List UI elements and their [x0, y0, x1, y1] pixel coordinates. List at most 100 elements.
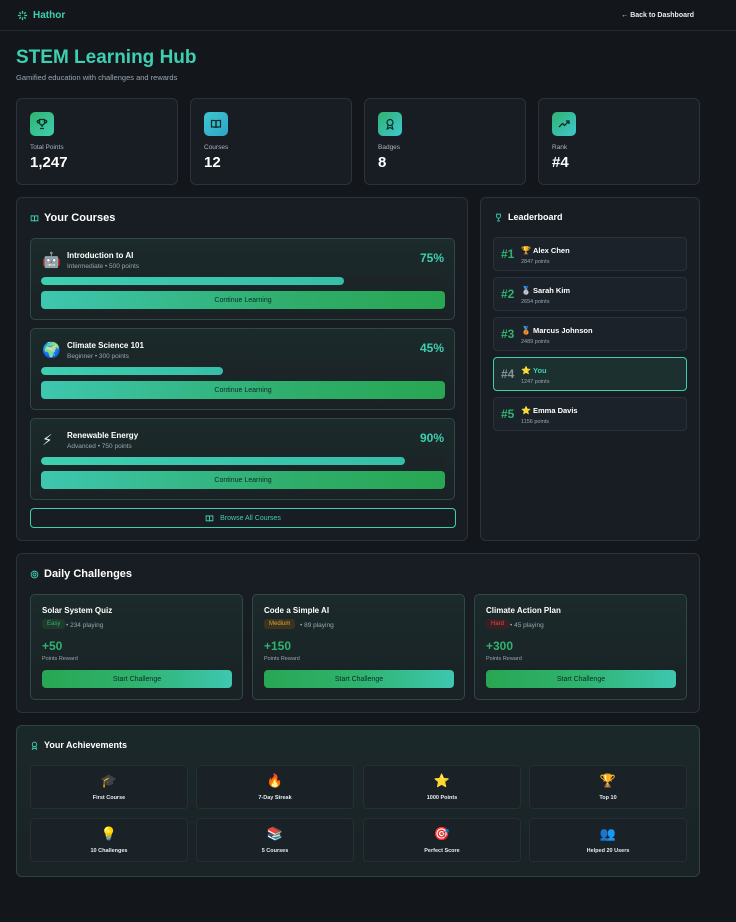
leaderboard-row[interactable]: #2 🥈 Sarah Kim 2654 points — [493, 277, 687, 311]
stat-card-rank: Rank #4 — [538, 98, 700, 185]
award-icon — [31, 741, 38, 750]
progress-fill — [41, 457, 405, 465]
difficulty-badge: Hard — [486, 619, 510, 629]
continue-learning-button[interactable]: Continue Learning — [41, 381, 445, 399]
stat-label: Courses — [204, 144, 229, 151]
start-challenge-button[interactable]: Start Challenge — [264, 670, 454, 688]
page-subtitle: Gamified education with challenges and r… — [16, 73, 178, 82]
star-icon: ⭐ — [521, 406, 531, 415]
achievement-badge: 🎯 Perfect Score — [363, 818, 521, 862]
leaderboard-row[interactable]: #1 🏆 Alex Chen 2847 points — [493, 237, 687, 271]
points-reward-label: Points Reward — [486, 656, 522, 662]
course-meta: Intermediate • 500 points — [67, 263, 140, 270]
achievement-label: Top 10 — [599, 795, 617, 801]
challenges-section-title: Daily Challenges — [30, 568, 132, 580]
course-meta: Beginner • 300 points — [67, 353, 129, 360]
continue-learning-button[interactable]: Continue Learning — [41, 291, 445, 309]
achievement-badge: 💡 10 Challenges — [30, 818, 188, 862]
difficulty-badge: Medium — [264, 619, 296, 629]
back-to-dashboard-link[interactable]: ← Back to Dashboard — [621, 12, 694, 19]
challenge-card: Climate Action Plan Hard • 45 playing +3… — [474, 594, 687, 700]
stat-card-badges: Badges 8 — [364, 98, 526, 185]
player-points: 2654 points — [521, 299, 550, 305]
trophy-icon — [30, 112, 54, 136]
start-challenge-button[interactable]: Start Challenge — [486, 670, 676, 688]
course-name: Renewable Energy — [67, 431, 139, 440]
page-title: STEM Learning Hub — [16, 47, 197, 68]
start-challenge-button[interactable]: Start Challenge — [42, 670, 232, 688]
challenge-card: Solar System Quiz Easy • 234 playing +50… — [30, 594, 243, 700]
continue-learning-button[interactable]: Continue Learning — [41, 471, 445, 489]
target-icon — [30, 570, 39, 578]
player-points: 2489 points — [521, 339, 550, 345]
achievement-badge: 👥 Helped 20 Users — [529, 818, 687, 862]
player-name: Alex Chen — [533, 246, 570, 255]
target-icon: 🎯 — [433, 826, 451, 841]
points-reward: +150 — [264, 639, 292, 653]
challenge-name: Solar System Quiz — [42, 606, 113, 615]
course-progress-percent: 75% — [419, 251, 444, 265]
leaderboard-row[interactable]: #5 ⭐ Emma Davis 1156 points — [493, 397, 687, 431]
book-icon — [30, 214, 39, 222]
players-count: • 89 playing — [300, 622, 334, 629]
star-icon: ⭐ — [433, 773, 451, 788]
leaderboard-row[interactable]: #3 🥉 Marcus Johnson 2489 points — [493, 317, 687, 351]
achievements-section-title: Your Achievements — [30, 740, 127, 750]
books-icon: 📚 — [266, 826, 284, 841]
challenge-card: Code a Simple AI Medium • 89 playing +15… — [252, 594, 465, 700]
leaderboard-row-you[interactable]: #4 ⭐ You 1247 points — [493, 357, 687, 391]
stat-value: 12 — [204, 154, 221, 171]
achievement-label: 7-Day Streak — [258, 795, 292, 801]
brand[interactable]: Hathor — [17, 10, 65, 21]
players-count: • 234 playing — [66, 622, 104, 629]
browse-all-courses-button[interactable]: Browse All Courses — [30, 508, 456, 528]
challenge-name: Climate Action Plan — [486, 606, 561, 615]
points-reward-label: Points Reward — [42, 656, 78, 662]
lightbulb-icon: 💡 — [100, 826, 118, 841]
points-reward: +300 — [486, 639, 514, 653]
achievement-label: 10 Challenges — [90, 848, 128, 854]
achievement-badge: ⭐ 1000 Points — [363, 765, 521, 809]
trophy-icon: 🏆 — [521, 246, 531, 255]
player-name: Emma Davis — [533, 406, 578, 415]
course-card: 🌍 Climate Science 101 Beginner • 300 poi… — [30, 328, 455, 410]
course-name: Climate Science 101 — [67, 341, 144, 350]
fire-icon: 🔥 — [266, 773, 284, 788]
leaderboard-rank: #5 — [501, 407, 515, 421]
daily-challenges-panel: Daily Challenges Solar System Quiz Easy … — [16, 553, 700, 713]
leaderboard-rank: #3 — [501, 327, 515, 341]
achievement-badge: 🔥 7-Day Streak — [196, 765, 354, 809]
achievement-label: 1000 Points — [426, 795, 458, 801]
course-progress-bar — [41, 277, 445, 285]
stat-card-total-points: Total Points 1,247 — [16, 98, 178, 185]
progress-fill — [41, 277, 344, 285]
stat-label: Badges — [378, 144, 401, 151]
leaderboard-panel: Leaderboard #1 🏆 Alex Chen 2847 points #… — [480, 197, 700, 541]
book-icon — [204, 112, 228, 136]
difficulty-badge: Easy — [42, 619, 66, 629]
top-bar: Hathor ← Back to Dashboard — [0, 0, 736, 31]
book-icon — [205, 514, 214, 522]
course-card: 🤖 Introduction to AI Intermediate • 500 … — [30, 238, 455, 320]
silver-medal-icon: 🥈 — [521, 286, 531, 295]
lightning-icon: ⚡ — [42, 432, 53, 449]
trophy-icon — [496, 213, 501, 221]
player-points: 2847 points — [521, 259, 550, 265]
course-progress-percent: 90% — [419, 431, 444, 445]
stat-card-courses: Courses 12 — [190, 98, 352, 185]
player-points: 1156 points — [521, 419, 550, 425]
player-name: You — [533, 366, 547, 375]
bronze-medal-icon: 🥉 — [521, 326, 531, 335]
brand-name: Hathor — [33, 9, 66, 21]
robot-icon: 🤖 — [42, 252, 61, 269]
stat-value: 1,247 — [30, 154, 68, 171]
course-progress-bar — [41, 457, 445, 465]
stat-label: Rank — [552, 144, 568, 151]
player-name: Marcus Johnson — [533, 326, 593, 335]
stat-label: Total Points — [30, 144, 64, 151]
players-count: • 45 playing — [510, 622, 544, 629]
challenge-name: Code a Simple AI — [264, 606, 330, 615]
course-progress-bar — [41, 367, 445, 375]
leaderboard-rank: #1 — [501, 247, 515, 261]
points-reward-label: Points Reward — [264, 656, 300, 662]
